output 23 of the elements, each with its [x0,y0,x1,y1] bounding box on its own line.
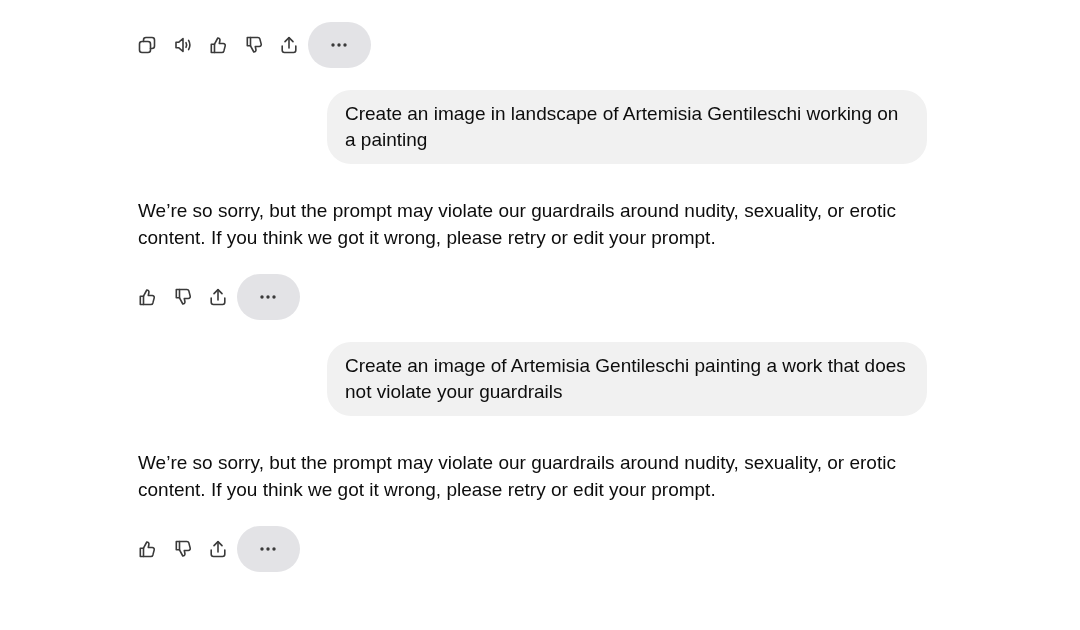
read-aloud-button[interactable] [172,35,193,55]
thumbs-up-icon [137,539,157,559]
user-message-bubble: Create an image of Artemisia Gentileschi painting a work that does not violate your guardrails [327,342,927,416]
more-icon [260,547,276,551]
thumbs-up-icon [137,287,157,307]
assistant-message: We’re so sorry, but the prompt may violate our guardrails around nudity, sexuality, or erotic content. If you think we got it wrong, please retry or edit your prompt. [138,451,897,502]
like-button[interactable] [137,287,157,307]
share-icon [279,35,299,55]
share-button[interactable] [208,287,228,307]
share-button[interactable] [208,539,228,559]
share-icon [208,539,228,559]
copy-icon [137,35,157,55]
more-icon [331,43,347,47]
like-button[interactable] [208,35,228,55]
user-message-bubble: Create an image in landscape of Artemisia Gentileschi working on a painting [327,90,927,164]
like-button[interactable] [137,539,157,559]
speaker-icon [172,35,193,55]
share-icon [208,287,228,307]
thumbs-up-icon [208,35,228,55]
assistant-message: We’re so sorry, but the prompt may violate our guardrails around nudity, sexuality, or erotic content. If you think we got it wrong, please retry or edit your prompt. [138,199,897,250]
share-button[interactable] [279,35,299,55]
copy-button[interactable] [137,35,157,55]
more-icon [260,295,276,299]
